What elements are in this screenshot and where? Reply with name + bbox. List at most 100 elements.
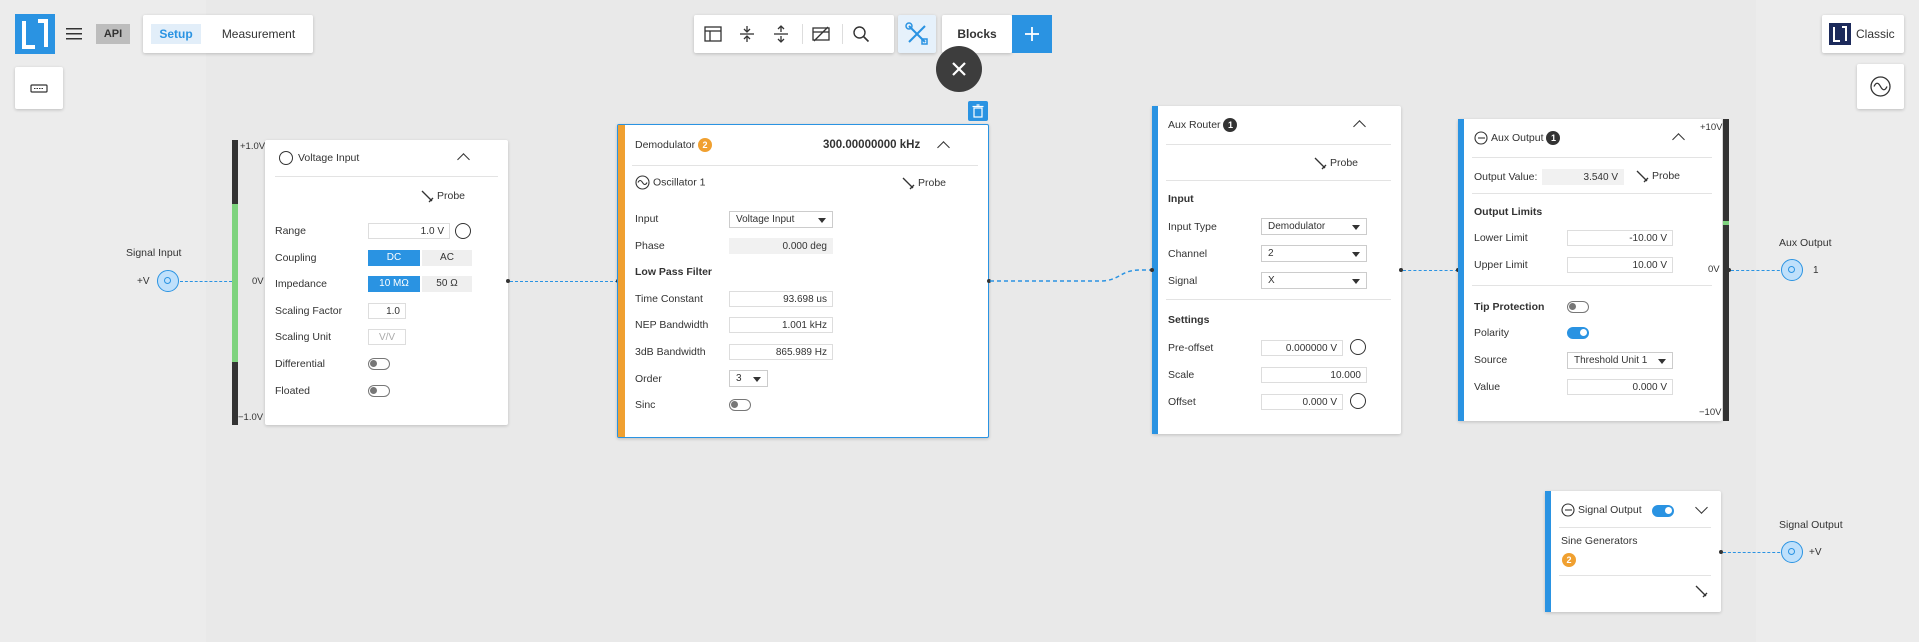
source-select[interactable]: Threshold Unit 1 xyxy=(1567,352,1673,369)
phase-field[interactable]: 0.000 deg xyxy=(729,238,833,254)
signal-output-block[interactable]: Signal Output Sine Generators 2 xyxy=(1545,491,1721,612)
classic-logo-icon xyxy=(1829,23,1851,45)
delete-button[interactable] xyxy=(968,101,988,121)
lower-limit-field[interactable]: -10.00 V xyxy=(1567,230,1673,246)
tab-setup[interactable]: Setup xyxy=(151,24,201,44)
logo-icon[interactable] xyxy=(15,14,55,54)
signal-output-port-title: Signal Output xyxy=(1779,519,1843,531)
sinc-toggle[interactable] xyxy=(729,399,751,411)
auto-offset-icon[interactable] xyxy=(1350,339,1366,355)
aux-meter-mid-label: 0V xyxy=(1708,264,1720,275)
classic-button[interactable]: Classic xyxy=(1822,15,1904,53)
nep-label: NEP Bandwidth xyxy=(635,319,709,331)
tip-protection-toggle[interactable] xyxy=(1567,301,1589,313)
layout-button[interactable] xyxy=(696,15,730,53)
hide-disabled-button[interactable] xyxy=(804,15,838,53)
sine-wave-icon xyxy=(635,175,650,190)
signal-output-title: Signal Output xyxy=(1561,503,1642,517)
coupling-ac-button[interactable]: AC xyxy=(422,250,472,266)
meter-mid-label: 0V xyxy=(252,276,264,287)
connection-line xyxy=(1403,270,1458,271)
scaling-unit-field[interactable]: V/V xyxy=(368,329,406,345)
input-type-select[interactable]: Demodulator xyxy=(1261,218,1367,235)
limits-section-title: Output Limits xyxy=(1474,206,1543,218)
db3-field[interactable]: 865.989 Hz xyxy=(729,344,833,360)
collapse-icon[interactable] xyxy=(1672,133,1685,146)
preoffset-field[interactable]: 0.000000 V xyxy=(1261,340,1343,356)
order-label: Order xyxy=(635,373,662,385)
probe-button[interactable]: Probe xyxy=(1635,169,1680,183)
order-select[interactable]: 3 xyxy=(729,370,768,387)
aux-output-port[interactable] xyxy=(1781,259,1803,281)
close-button[interactable] xyxy=(936,46,982,92)
aux-output-block[interactable]: Aux Output 1 Output Value: 3.540 V Probe… xyxy=(1458,119,1722,421)
menu-icon[interactable] xyxy=(64,26,84,42)
keyboard-button[interactable] xyxy=(15,67,63,109)
connection-line xyxy=(990,269,1150,282)
channel-select[interactable]: 2 xyxy=(1261,245,1367,262)
voltage-input-block[interactable]: Voltage Input Probe Range 1.0 V Coupling… xyxy=(265,140,508,425)
aux-output-port-title: Aux Output xyxy=(1779,237,1832,249)
differential-toggle[interactable] xyxy=(368,358,390,370)
differential-label: Differential xyxy=(275,358,325,370)
output-port-icon xyxy=(1561,503,1575,517)
probe-button[interactable]: Probe xyxy=(901,176,946,190)
offset-label: Offset xyxy=(1168,396,1196,408)
upper-limit-field[interactable]: 10.00 V xyxy=(1567,257,1673,273)
value-field[interactable]: 0.000 V xyxy=(1567,379,1673,395)
polarity-toggle[interactable] xyxy=(1567,327,1589,339)
offset-field[interactable]: 0.000 V xyxy=(1261,394,1343,410)
probe-icon[interactable] xyxy=(1694,584,1708,598)
expand-icon xyxy=(774,25,788,43)
search-button[interactable] xyxy=(844,15,878,53)
signal-output-toggle[interactable] xyxy=(1652,505,1674,517)
probe-label: Probe xyxy=(437,189,466,202)
collapse-icon[interactable] xyxy=(937,141,950,154)
impedance-50-button[interactable]: 50 Ω xyxy=(422,276,472,292)
impedance-10m-button[interactable]: 10 MΩ xyxy=(368,276,420,292)
demodulator-block[interactable]: Demodulator 2 300.00000000 kHz Oscillato… xyxy=(617,124,989,438)
keyboard-icon xyxy=(30,84,48,93)
expand-icon[interactable] xyxy=(1695,501,1708,514)
input-select[interactable]: Voltage Input xyxy=(729,211,833,228)
coupling-label: Coupling xyxy=(275,252,317,264)
upper-limit-label: Upper Limit xyxy=(1474,259,1528,271)
probe-icon xyxy=(421,190,434,203)
collapse-all-button[interactable] xyxy=(730,15,764,53)
expand-all-button[interactable] xyxy=(764,15,798,53)
aux-router-title: Aux Router 1 xyxy=(1168,118,1238,132)
demod-frequency[interactable]: 300.00000000 kHz xyxy=(823,139,920,151)
floated-toggle[interactable] xyxy=(368,385,390,397)
scale-field[interactable]: 10.000 xyxy=(1261,367,1367,383)
output-port-icon xyxy=(1474,131,1488,145)
router-index-badge: 1 xyxy=(1223,118,1238,132)
settings-section-title: Settings xyxy=(1168,314,1210,326)
probe-label: Probe xyxy=(1652,169,1681,182)
add-block-button[interactable] xyxy=(1012,15,1052,53)
tc-field[interactable]: 93.698 us xyxy=(729,291,833,307)
probe-button[interactable]: Probe xyxy=(420,189,465,203)
signal-input-port[interactable] xyxy=(157,270,179,292)
range-field[interactable]: 1.0 V xyxy=(368,223,450,239)
collapse-icon[interactable] xyxy=(457,153,470,166)
tab-measurement[interactable]: Measurement xyxy=(211,24,306,44)
probe-button[interactable]: Probe xyxy=(1313,156,1358,170)
scaling-factor-field[interactable]: 1.0 xyxy=(368,303,406,319)
signal-select[interactable]: X xyxy=(1261,272,1367,289)
coupling-dc-button[interactable]: DC xyxy=(368,250,420,266)
collapse-icon[interactable] xyxy=(1353,120,1366,133)
api-button[interactable]: API xyxy=(96,24,130,44)
channel-label: Channel xyxy=(1168,248,1208,260)
probe-label: Probe xyxy=(918,176,947,189)
sine-wave-icon xyxy=(1870,76,1891,97)
signal-output-port[interactable] xyxy=(1781,541,1803,563)
meter-bottom-label: −1.0V xyxy=(238,412,264,423)
tools-button[interactable] xyxy=(898,15,936,53)
auto-range-icon[interactable] xyxy=(455,223,471,239)
oscillator-row[interactable]: Oscillator 1 xyxy=(635,175,706,190)
aux-output-title: Aux Output 1 xyxy=(1474,131,1561,145)
aux-router-block[interactable]: Aux Router 1 Probe Input Input Type Demo… xyxy=(1152,106,1401,434)
auto-offset-icon[interactable] xyxy=(1350,393,1366,409)
nep-field[interactable]: 1.001 kHz xyxy=(729,317,833,333)
oscillator-view-button[interactable] xyxy=(1857,64,1904,109)
